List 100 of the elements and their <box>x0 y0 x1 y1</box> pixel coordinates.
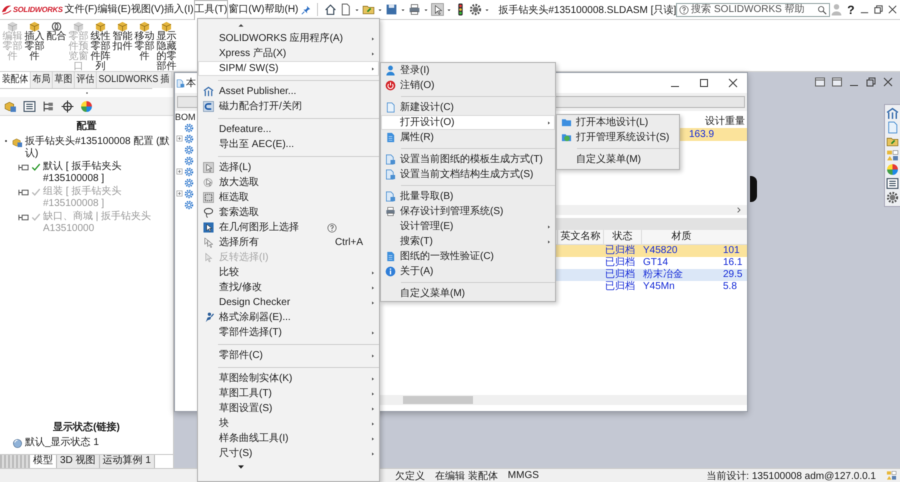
tab[interactable]: SOLIDWORKS 插 <box>96 72 172 88</box>
menu-item[interactable]: 打开设计(O) <box>381 115 555 130</box>
document-icon[interactable] <box>339 3 352 16</box>
tab[interactable]: 装配体 <box>0 72 31 88</box>
close-icon[interactable] <box>882 76 894 88</box>
menu-item[interactable]: 设计管理(E) <box>381 219 555 234</box>
menu-item[interactable]: 编辑(E) <box>97 0 131 20</box>
menu-item[interactable]: 设置当前图纸的模板生成方式(T) <box>381 152 555 167</box>
restore-icon[interactable] <box>865 76 877 88</box>
folder-icon[interactable] <box>886 135 899 148</box>
menu-item[interactable]: 放大选取 <box>198 175 379 190</box>
caret-icon[interactable] <box>423 6 430 12</box>
color-wheel-icon[interactable] <box>80 100 93 112</box>
list-icon[interactable] <box>886 177 899 190</box>
house-icon[interactable] <box>886 107 899 120</box>
menu-item[interactable]: 属性(R) <box>381 130 555 145</box>
caret-icon[interactable] <box>446 6 452 12</box>
color-wheel-icon[interactable] <box>886 163 899 176</box>
tab[interactable]: 运动算例 1 <box>100 455 155 468</box>
display-state-item[interactable]: 默认_显示状态 1 <box>25 437 99 449</box>
menu-item[interactable]: 窗口(W) <box>228 0 264 20</box>
tree-item[interactable]: 默认 [ 扳手钻夹头#135100008 ] <box>43 161 173 185</box>
caret-icon[interactable] <box>484 6 490 12</box>
tab[interactable]: 模型 <box>30 455 57 468</box>
menu-item[interactable]: 注销(O) <box>381 78 555 93</box>
menu-item[interactable]: 套索选取 <box>198 205 379 220</box>
menu-item[interactable]: 草图工具(T) <box>198 386 379 401</box>
menu-item[interactable]: 选择(L) <box>198 160 379 175</box>
menu-item[interactable]: 设置当前文档结构生成方式(S) <box>381 167 555 182</box>
caret-icon[interactable] <box>377 6 384 12</box>
menu-item[interactable]: Defeature... <box>198 122 379 137</box>
menu-item[interactable]: 批量导取(B) <box>381 189 555 204</box>
menu-item[interactable]: 新建设计(C) <box>381 100 555 115</box>
menu-item[interactable]: Xpress 产品(X) <box>198 46 379 61</box>
menu-item[interactable]: 插入(I) <box>164 0 194 20</box>
menu-item[interactable]: SIPM/ SW(S) <box>198 61 379 76</box>
menu-item[interactable]: 块 <box>198 416 379 431</box>
crosshair-icon[interactable] <box>61 100 74 112</box>
expand-icon[interactable] <box>176 135 183 142</box>
menu-item[interactable]: 视图(V) <box>130 0 164 20</box>
tree-item[interactable]: 扳手钻夹头#135100008 配置 (默认) <box>25 136 173 160</box>
search-field[interactable]: 搜索 SOLIDWORKS 帮助 <box>676 2 830 16</box>
close-icon[interactable] <box>727 77 739 89</box>
menu-item[interactable]: 零部件(C) <box>198 348 379 363</box>
tab[interactable]: 草图 <box>52 72 75 88</box>
menu-item[interactable]: 磁力配合打开/关闭 <box>198 99 379 114</box>
pin-icon[interactable] <box>301 4 312 14</box>
menu-item[interactable]: 搜索(T) <box>381 234 555 249</box>
menu-item[interactable]: 帮助(H) <box>264 0 298 20</box>
menu-item[interactable]: 样条曲线工具(I) <box>198 431 379 446</box>
restore-icon[interactable] <box>872 4 884 15</box>
column-header[interactable]: 设计重量 <box>687 115 747 128</box>
cursor-icon[interactable] <box>431 3 444 16</box>
menu-item[interactable]: 自定义菜单(M) <box>557 152 679 167</box>
menu-item[interactable]: 打开本地设计(L) <box>557 115 679 130</box>
ribbon-button[interactable]: 显示隐藏的零部件 <box>156 20 177 71</box>
menu-item[interactable]: 选择所有 Ctrl+A <box>198 235 379 250</box>
menu-item[interactable]: SOLIDWORKS 应用程序(A) <box>198 31 379 46</box>
gear-icon[interactable] <box>886 191 899 204</box>
menu-item[interactable]: 导出至 AEC(E)... <box>198 137 379 152</box>
ribbon-button[interactable]: 智能扣件 <box>112 20 133 71</box>
column-header[interactable]: 英文名称 <box>557 230 603 244</box>
menu-item[interactable]: 格式涂刷器(E)... <box>198 310 379 325</box>
tree-icon[interactable] <box>42 100 55 112</box>
maximize-icon[interactable] <box>698 77 710 89</box>
menu-item[interactable]: Design Checker <box>198 295 379 310</box>
menu-item[interactable]: 登录(I) <box>381 63 555 78</box>
menu-item[interactable]: 比较 <box>198 265 379 280</box>
expand-icon[interactable] <box>176 168 183 175</box>
column-header[interactable]: 状态 <box>603 230 641 244</box>
menu-item[interactable]: 打开管理系统设计(S) <box>557 130 679 145</box>
column-header[interactable]: 材质 <box>641 230 721 244</box>
menu-item[interactable]: 框选取 <box>198 190 379 205</box>
menu-item[interactable]: 关于(A) <box>381 264 555 279</box>
menu-item[interactable]: 草图设置(S) <box>198 401 379 416</box>
save-icon[interactable] <box>385 3 398 16</box>
window-icon[interactable] <box>814 76 826 88</box>
window-icon[interactable] <box>831 76 843 88</box>
menu-item[interactable]: 草图绘制实体(K) <box>198 371 379 386</box>
ribbon-button[interactable]: 插入零部件 <box>24 20 45 71</box>
expand-icon[interactable] <box>176 190 183 197</box>
menu-item[interactable]: 文件(F) <box>64 0 98 20</box>
gear-icon[interactable] <box>469 3 482 16</box>
menu-item[interactable]: 图纸的一致性验证(C) <box>381 249 555 264</box>
caret-icon[interactable] <box>354 6 360 12</box>
menu-item[interactable]: 保存设计到管理系统(S) <box>381 204 555 219</box>
menu-item[interactable]: 尺寸(S) <box>198 446 379 461</box>
tab[interactable]: 布局 <box>30 72 53 88</box>
tab[interactable]: 3D 视图 <box>57 455 100 468</box>
home-icon[interactable] <box>324 3 338 16</box>
tab[interactable]: 评估 <box>74 72 97 88</box>
caret-icon[interactable] <box>400 6 406 12</box>
ribbon-button[interactable]: 配合 <box>46 20 67 71</box>
palette-icon[interactable] <box>886 149 899 162</box>
ribbon-button[interactable]: 线性零部件阵列 <box>90 20 111 71</box>
menu-item[interactable]: 零部件选择(T) <box>198 325 379 340</box>
scroll-right-icon[interactable] <box>735 206 743 214</box>
list-icon[interactable] <box>23 100 36 112</box>
ribbon-button[interactable]: 移动零部件 <box>134 20 155 71</box>
menu-item[interactable]: 工具(T) <box>194 0 228 20</box>
